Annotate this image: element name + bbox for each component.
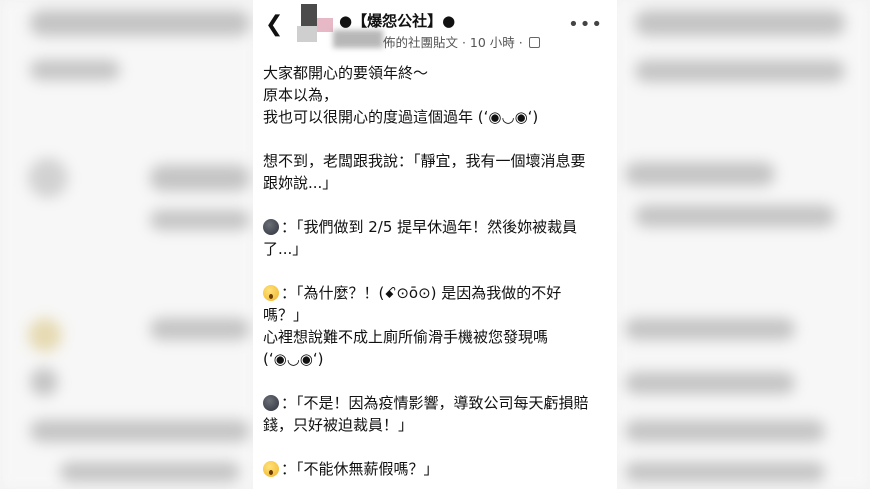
post-line: ：「我們做到 2/5 提早休過年！然後妳被裁員 <box>281 218 578 236</box>
boss-face-icon <box>263 395 279 411</box>
group-icon <box>528 37 540 48</box>
shocked-face-icon <box>263 285 279 301</box>
post-line-boss: ：「不是！因為疫情影響，導致公司每天虧損賠 <box>263 392 613 414</box>
post-line: 我也可以很開心的度過這個過年 (ʻ◉◡◉ʻ) <box>263 108 539 126</box>
post-line: 想不到，老闆跟我說：「靜宜，我有一個壞消息要 <box>263 152 586 170</box>
post-line-self: ：「不能休無薪假嗎？」 <box>263 458 613 480</box>
post-line: 大家都開心的要領年終～ <box>263 64 429 82</box>
chevron-left-icon[interactable]: ❮ <box>265 12 283 37</box>
post-header: ❮ ●【爆怨公社】● 佈的社團貼文 · 10 小時 · ••• <box>253 0 617 56</box>
blurred-background-right <box>615 0 870 489</box>
facebook-post: ❮ ●【爆怨公社】● 佈的社團貼文 · 10 小時 · ••• 大家都開心的要領… <box>253 0 617 489</box>
post-line: 心裡想說難不成上廁所偷滑手機被您發現嗎 <box>263 328 549 346</box>
post-line: ：「不能休無薪假嗎？」 <box>281 460 439 478</box>
post-line: ：「為什麼？！(ꗃ⊙ō⊙) 是因為我做的不好 <box>281 284 562 302</box>
post-line: 跟妳說...」 <box>263 174 338 192</box>
post-line: 錢，只好被迫裁員！」 <box>263 416 414 434</box>
post-meta: 佈的社團貼文 · 10 小時 · <box>383 32 540 51</box>
post-line: ：「不是！因為疫情影響，導致公司每天虧損賠 <box>281 394 589 412</box>
blurred-background-left <box>0 0 255 489</box>
redacted-author <box>333 30 383 48</box>
shocked-face-icon <box>263 461 279 477</box>
more-horizontal-icon[interactable]: ••• <box>568 14 603 35</box>
group-title[interactable]: ●【爆怨公社】● <box>339 10 455 31</box>
post-line: 原本以為， <box>263 86 339 104</box>
post-body: 大家都開心的要領年終～ 原本以為， 我也可以很開心的度過這個過年 (ʻ◉◡◉ʻ)… <box>263 62 613 480</box>
post-line: 了...」 <box>263 240 308 258</box>
post-meta-text: 佈的社團貼文 · 10 小時 · <box>383 35 527 50</box>
post-line-boss: ：「我們做到 2/5 提早休過年！然後妳被裁員 <box>263 216 613 238</box>
post-line: (ʻ◉◡◉ʻ) <box>263 350 324 368</box>
post-line-self: ：「為什麼？！(ꗃ⊙ō⊙) 是因為我做的不好 <box>263 282 613 304</box>
boss-face-icon <box>263 219 279 235</box>
post-line: 嗎？」 <box>263 306 309 324</box>
group-avatar[interactable] <box>297 4 337 48</box>
